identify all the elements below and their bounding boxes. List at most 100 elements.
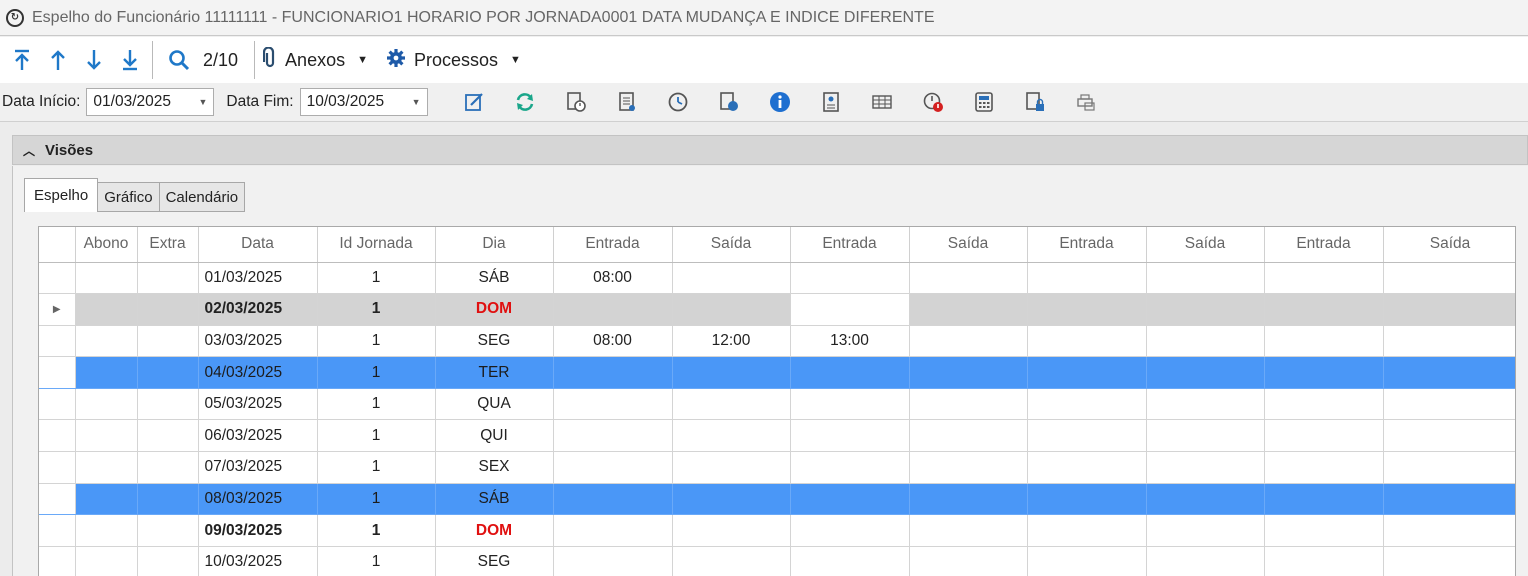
saida-cell[interactable] (1146, 262, 1265, 295)
row-indicator[interactable] (39, 325, 76, 358)
extra-cell[interactable] (137, 451, 199, 484)
table-row[interactable]: 01/03/2025 1 SÁB 08:00 (39, 262, 1515, 295)
column-header-dia[interactable]: Dia (435, 227, 554, 263)
refresh-icon[interactable] (513, 90, 537, 114)
extra-cell[interactable] (137, 419, 199, 453)
abono-cell[interactable] (75, 388, 138, 421)
saida-cell[interactable] (909, 546, 1028, 576)
dia-cell[interactable]: QUA (435, 388, 554, 421)
abono-cell[interactable] (75, 514, 138, 547)
abono-cell[interactable] (75, 451, 138, 484)
id-jornada-cell[interactable]: 1 (317, 356, 436, 389)
entrada-cell[interactable] (553, 514, 673, 547)
saida-cell[interactable] (1383, 325, 1515, 358)
entrada-cell[interactable] (1264, 483, 1384, 516)
entrada-cell[interactable] (790, 356, 910, 389)
data-cell[interactable]: 05/03/2025 (198, 388, 318, 421)
entrada-cell[interactable] (1264, 388, 1384, 421)
extra-cell[interactable] (137, 546, 199, 576)
table-row[interactable]: 06/03/2025 1 QUI (39, 419, 1515, 453)
row-indicator[interactable] (39, 514, 76, 547)
extra-cell[interactable] (137, 356, 199, 389)
first-record-icon[interactable] (4, 42, 40, 78)
clock-alert-icon[interactable] (921, 90, 945, 114)
chevron-down-icon[interactable]: ▼ (198, 97, 207, 107)
saida-cell[interactable] (1383, 483, 1515, 516)
dia-cell[interactable]: SEG (435, 325, 554, 358)
entrada-cell[interactable] (553, 419, 673, 453)
abono-cell[interactable] (75, 483, 138, 516)
data-cell[interactable]: 09/03/2025 (198, 514, 318, 547)
extra-cell[interactable] (137, 514, 199, 547)
anexos-menu-button[interactable]: Anexos ▼ (262, 45, 368, 74)
tab-espelho[interactable]: Espelho (24, 178, 99, 212)
search-icon[interactable] (161, 42, 197, 78)
document-list-icon[interactable] (615, 90, 639, 114)
saida-cell[interactable] (909, 293, 1028, 326)
abono-cell[interactable] (75, 546, 138, 576)
entrada-cell[interactable] (790, 419, 910, 453)
data-inicio-picker[interactable]: 01/03/2025 ▼ (86, 88, 215, 116)
info-icon[interactable] (768, 90, 792, 114)
entrada-cell[interactable] (553, 293, 673, 326)
entrada-cell[interactable] (790, 451, 910, 484)
id-jornada-cell[interactable]: 1 (317, 325, 436, 358)
table-row[interactable]: ▶ 02/03/2025 1 DOM (39, 293, 1515, 326)
badge-icon[interactable] (819, 90, 843, 114)
saida-cell[interactable] (909, 356, 1028, 389)
calculator-icon[interactable] (972, 90, 996, 114)
table-row[interactable]: 03/03/2025 1 SEG 08:00 12:00 13:00 (39, 325, 1515, 358)
abono-cell[interactable] (75, 293, 138, 326)
entrada-cell[interactable] (553, 388, 673, 421)
print-icon[interactable] (1074, 90, 1098, 114)
entrada-cell[interactable] (553, 356, 673, 389)
table-row[interactable]: 07/03/2025 1 SEX (39, 451, 1515, 484)
id-jornada-cell[interactable]: 1 (317, 293, 436, 326)
column-header-saida[interactable]: Saída (1383, 227, 1515, 263)
column-header-saida[interactable]: Saída (1146, 227, 1265, 263)
saida-cell[interactable] (1146, 419, 1265, 453)
visoes-section-header[interactable]: ︿ Visões (12, 135, 1528, 165)
column-header-abono[interactable]: Abono (75, 227, 138, 263)
edit-icon[interactable] (462, 90, 486, 114)
saida-cell[interactable] (1383, 514, 1515, 547)
entrada-cell[interactable]: 13:00 (790, 325, 910, 358)
saida-cell[interactable] (1146, 483, 1265, 516)
saida-cell[interactable] (1146, 325, 1265, 358)
entrada-cell[interactable] (1027, 546, 1147, 576)
document-clock-icon[interactable] (564, 90, 588, 114)
data-fim-picker[interactable]: 10/03/2025 ▼ (299, 88, 428, 116)
table-row[interactable]: 04/03/2025 1 TER (39, 356, 1515, 389)
entrada-cell[interactable] (1027, 325, 1147, 358)
processos-menu-button[interactable]: Processos ▼ (386, 48, 521, 73)
column-header-saida[interactable]: Saída (672, 227, 791, 263)
id-jornada-cell[interactable]: 1 (317, 514, 436, 547)
row-indicator[interactable] (39, 356, 76, 389)
saida-cell[interactable] (672, 262, 791, 295)
dia-cell[interactable]: SEG (435, 546, 554, 576)
id-jornada-cell[interactable]: 1 (317, 451, 436, 484)
saida-cell[interactable] (1146, 356, 1265, 389)
row-indicator[interactable] (39, 483, 76, 516)
data-cell[interactable]: 08/03/2025 (198, 483, 318, 516)
entrada-cell[interactable] (1027, 483, 1147, 516)
entrada-cell[interactable] (1027, 356, 1147, 389)
abono-cell[interactable] (75, 356, 138, 389)
table-row[interactable]: 09/03/2025 1 DOM (39, 514, 1515, 547)
saida-cell[interactable] (909, 388, 1028, 421)
saida-cell[interactable] (1383, 388, 1515, 421)
spreadsheet-icon[interactable] (870, 90, 894, 114)
saida-cell[interactable] (672, 293, 791, 326)
clock-icon[interactable] (666, 90, 690, 114)
table-row[interactable]: 10/03/2025 1 SEG (39, 546, 1515, 576)
column-header-extra[interactable]: Extra (137, 227, 199, 263)
saida-cell[interactable] (672, 356, 791, 389)
saida-cell[interactable] (672, 451, 791, 484)
entrada-cell[interactable] (1027, 419, 1147, 453)
entrada-cell[interactable]: 08:00 (553, 325, 673, 358)
dia-cell[interactable]: TER (435, 356, 554, 389)
extra-cell[interactable] (137, 483, 199, 516)
table-row[interactable]: 05/03/2025 1 QUA (39, 388, 1515, 421)
saida-cell[interactable] (909, 419, 1028, 453)
row-indicator[interactable] (39, 451, 76, 484)
